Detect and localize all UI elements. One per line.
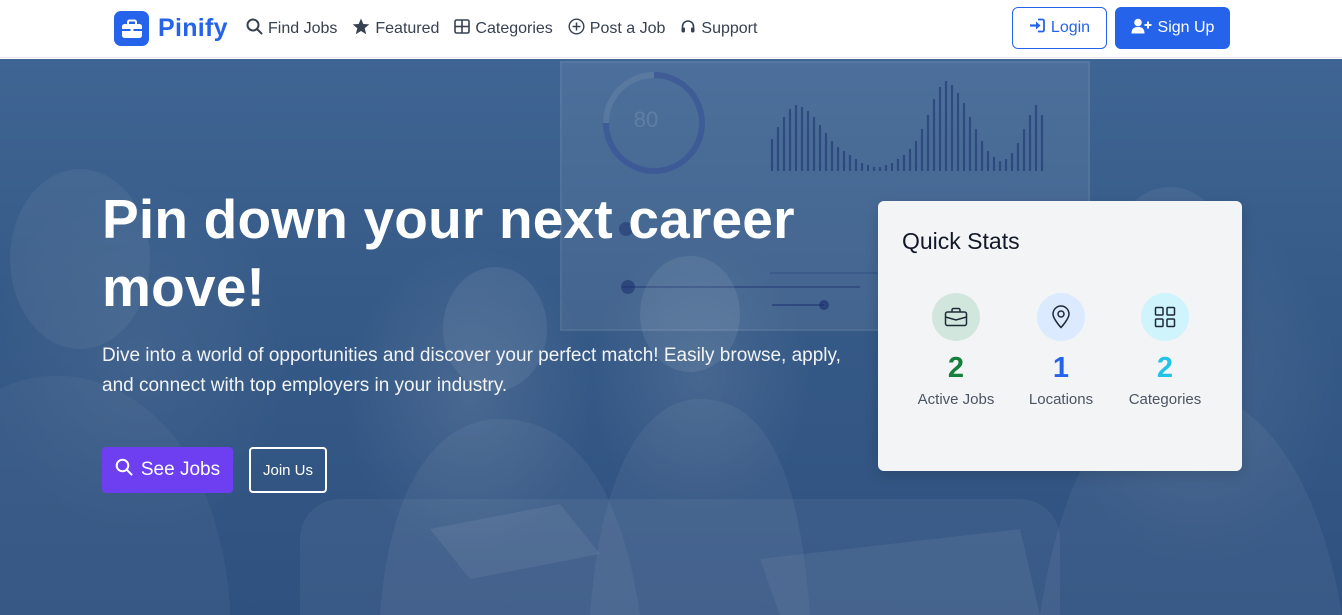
stat-active-jobs-label: Active Jobs <box>917 391 995 408</box>
stat-locations-value: 1 <box>1052 352 1070 384</box>
nav-find-jobs-label: Find Jobs <box>268 20 338 37</box>
nav-support-label: Support <box>701 20 758 37</box>
stat-categories-value: 2 <box>1156 352 1174 384</box>
grid-icon <box>1141 293 1189 341</box>
nav-support[interactable]: Support <box>680 17 757 41</box>
stat-active-jobs: 2 Active Jobs <box>906 293 1006 408</box>
hero-title: Pin down your next career move! <box>102 188 795 318</box>
quick-stats-card: Quick Stats 2 Active Jobs 1 Locations 2 … <box>878 201 1242 471</box>
nav-post-job[interactable]: Post a Job <box>568 17 666 41</box>
headset-icon <box>680 19 696 40</box>
search-icon <box>246 18 263 40</box>
nav-featured-label: Featured <box>375 20 440 37</box>
nav-categories-label: Categories <box>475 20 553 37</box>
navbar: Pinify Find Jobs Featured Categories Pos… <box>0 0 1342 58</box>
see-jobs-label: See Jobs <box>140 459 221 480</box>
join-us-button[interactable]: Join Us <box>249 447 327 493</box>
join-us-label: Join Us <box>262 461 314 479</box>
plus-circle-icon <box>568 18 585 40</box>
grid-icon <box>454 19 471 39</box>
signup-button[interactable]: Sign Up <box>1115 7 1230 49</box>
see-jobs-button[interactable]: See Jobs <box>102 447 233 493</box>
map-pin-icon <box>1037 293 1085 341</box>
login-icon <box>1029 18 1045 38</box>
nav-featured[interactable]: Featured <box>352 17 439 41</box>
nav-links: Find Jobs Featured Categories Post a Job… <box>246 17 757 41</box>
signup-label: Sign Up <box>1157 19 1215 36</box>
quick-stats-title: Quick Stats <box>902 228 1020 254</box>
login-button[interactable]: Login <box>1012 7 1107 49</box>
nav-categories[interactable]: Categories <box>454 17 553 41</box>
stat-active-jobs-value: 2 <box>947 352 965 384</box>
briefcase-icon <box>114 11 149 46</box>
star-icon <box>352 18 370 40</box>
hero-background-table <box>300 499 1060 615</box>
briefcase-icon <box>932 293 980 341</box>
background-gauge-text: 80 <box>634 107 658 132</box>
stat-locations-label: Locations <box>1028 391 1094 408</box>
hero-section: 80 Pin down your next career move! Dive … <box>0 59 1342 615</box>
search-icon <box>115 458 133 482</box>
stat-locations: 1 Locations <box>1011 293 1111 408</box>
stat-categories: 2 Categories <box>1115 293 1215 408</box>
user-plus-icon <box>1131 18 1152 39</box>
brand-name: Pinify <box>158 14 228 42</box>
nav-find-jobs[interactable]: Find Jobs <box>246 17 337 41</box>
stat-categories-label: Categories <box>1128 391 1202 408</box>
nav-post-job-label: Post a Job <box>589 20 666 37</box>
login-label: Login <box>1050 19 1091 36</box>
hero-subtitle: Dive into a world of opportunities and d… <box>102 345 841 396</box>
brand-link[interactable]: Pinify <box>114 11 228 46</box>
